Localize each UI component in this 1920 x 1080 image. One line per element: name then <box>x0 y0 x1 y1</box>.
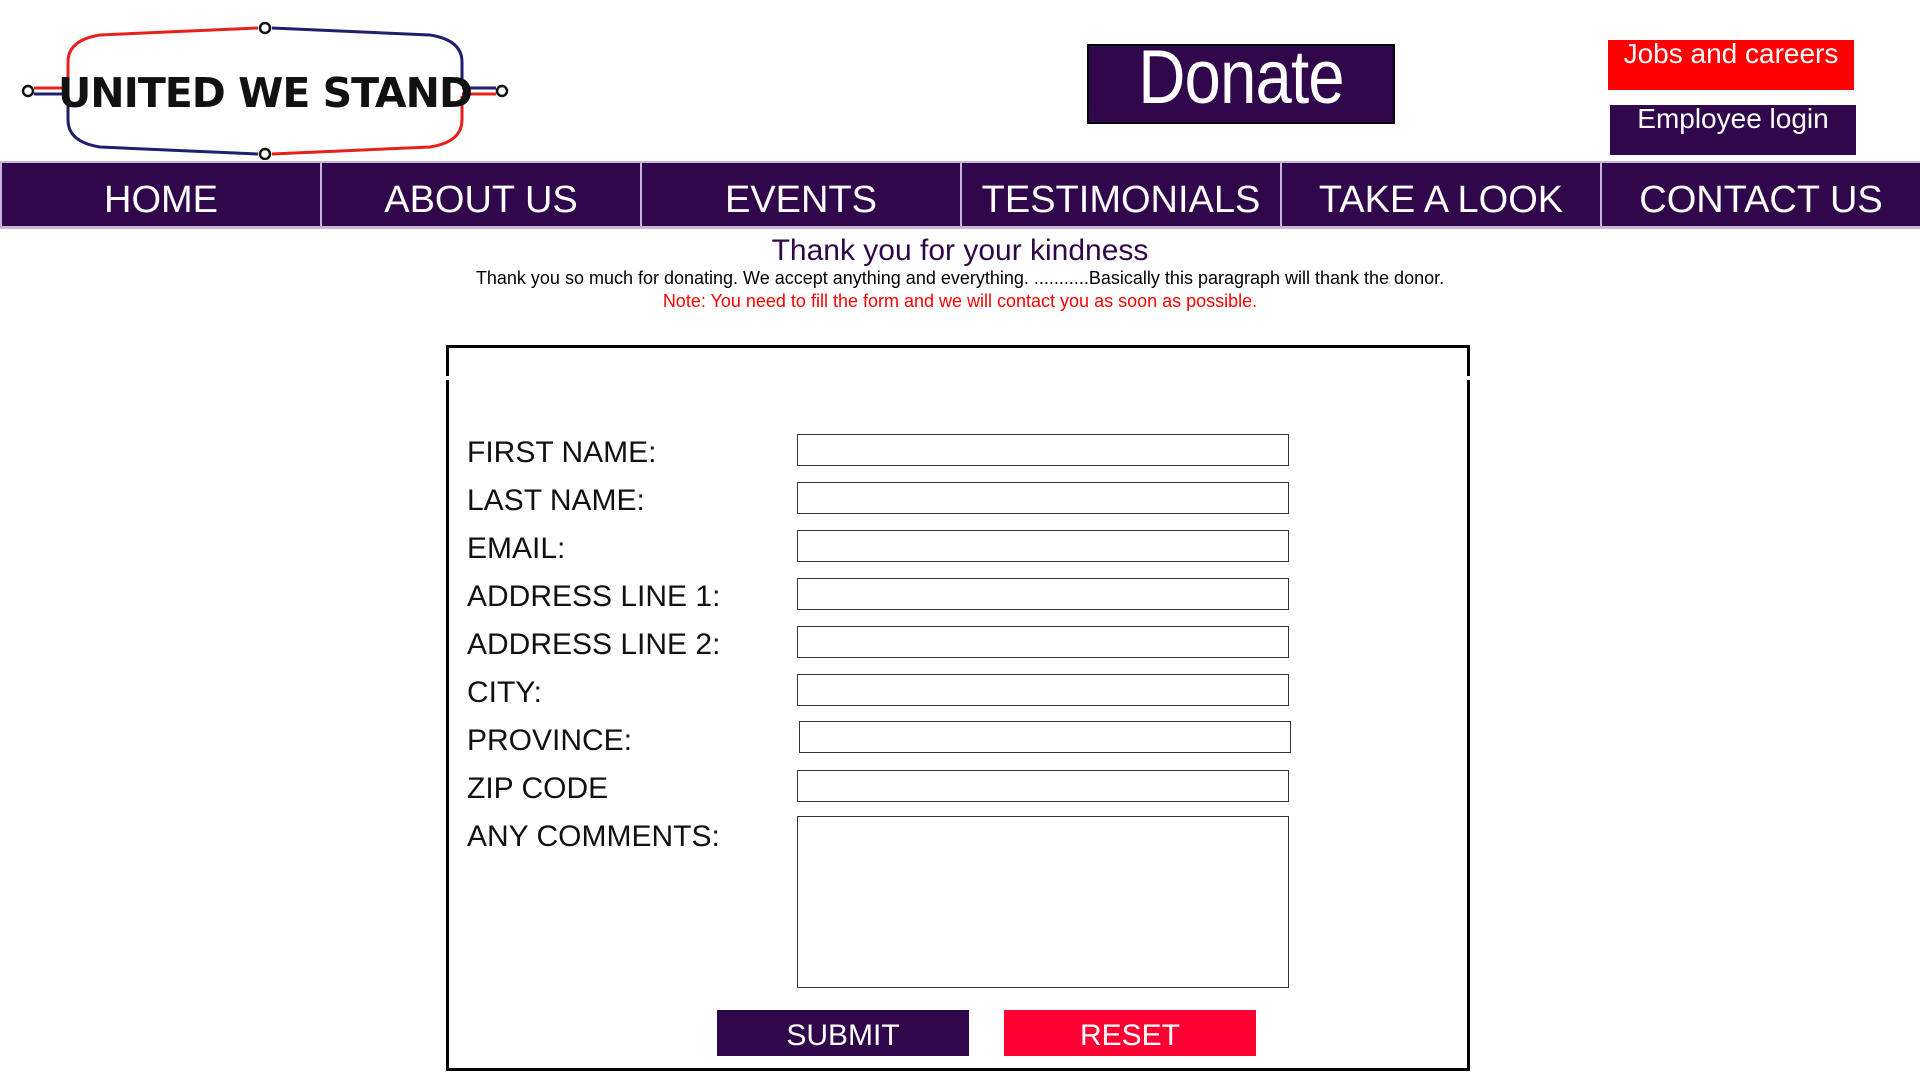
zip-code-label: ZIP CODE <box>467 772 609 805</box>
last-name-label: LAST NAME: <box>467 484 645 517</box>
form-border-gap <box>446 376 449 380</box>
email-label: EMAIL: <box>467 532 566 565</box>
nav-item-testimonials[interactable]: TESTIMONIALS <box>960 161 1280 226</box>
province-input[interactable] <box>799 721 1291 753</box>
address-line-2-input[interactable] <box>797 626 1289 658</box>
nav-item-events[interactable]: EVENTS <box>640 161 960 226</box>
donate-button-label: Donate now! <box>1138 44 1344 122</box>
address-line-1-input[interactable] <box>797 578 1289 610</box>
zip-code-input[interactable] <box>797 770 1289 802</box>
page-title: Thank you for your kindness <box>771 234 1149 267</box>
nav-item-contact-us[interactable]: CONTACT US <box>1600 161 1920 226</box>
employee-login-button[interactable]: Employee login <box>1610 105 1856 155</box>
jobs-and-careers-button[interactable]: Jobs and careers <box>1608 40 1854 90</box>
page: UNITED WE STAND Donate now! Jobs and car… <box>0 0 1920 1080</box>
last-name-input[interactable] <box>797 482 1289 514</box>
reset-button[interactable]: RESET <box>1004 1010 1256 1056</box>
logo-text: UNITED WE STAND <box>57 69 473 117</box>
province-label: PROVINCE: <box>467 724 633 757</box>
jobs-button-label: Jobs and careers <box>1623 40 1839 69</box>
employee-button-label: Employee login <box>1637 105 1829 134</box>
comments-textarea[interactable] <box>797 816 1289 988</box>
city-input[interactable] <box>797 674 1289 706</box>
form-note: Note: You need to fill the form and we w… <box>662 291 1258 311</box>
first-name-label: FIRST NAME: <box>467 436 657 469</box>
intro-paragraph: Thank you so much for donating. We accep… <box>475 268 1445 288</box>
email-input[interactable] <box>797 530 1289 562</box>
submit-button[interactable]: SUBMIT <box>717 1010 969 1056</box>
comments-label: ANY COMMENTS: <box>467 820 720 853</box>
address-line-1-label: ADDRESS LINE 1: <box>467 580 721 613</box>
logo[interactable]: UNITED WE STAND <box>20 22 510 160</box>
main-nav: HOME ABOUT US EVENTS TESTIMONIALS TAKE A… <box>0 161 1920 229</box>
address-line-2-label: ADDRESS LINE 2: <box>467 628 721 661</box>
nav-item-home[interactable]: HOME <box>0 161 320 226</box>
city-label: CITY: <box>467 676 543 709</box>
first-name-input[interactable] <box>797 434 1289 466</box>
nav-item-take-a-look[interactable]: TAKE A LOOK <box>1280 161 1600 226</box>
form-border-gap <box>1467 376 1470 380</box>
nav-item-about-us[interactable]: ABOUT US <box>320 161 640 226</box>
donate-button[interactable]: Donate now! <box>1087 44 1395 124</box>
donation-form: FIRST NAME: LAST NAME: EMAIL: ADDRESS LI… <box>446 345 1470 1071</box>
